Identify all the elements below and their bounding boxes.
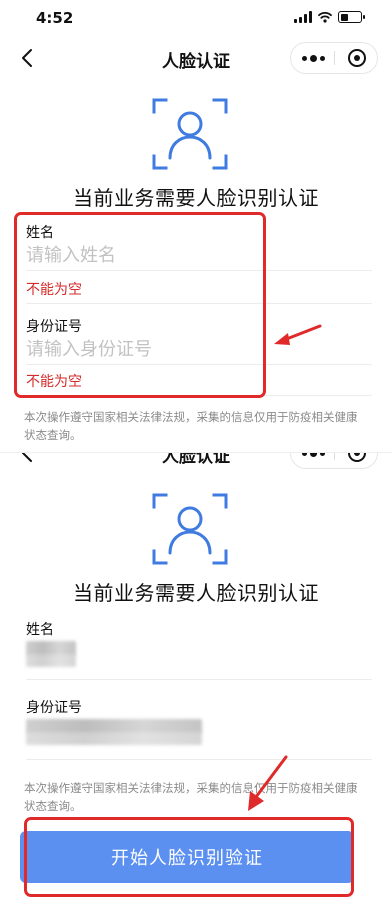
nav-bar: 人脸认证 (0, 36, 392, 80)
divider (26, 679, 372, 680)
name-error: 不能为空 (26, 282, 82, 298)
mini-program-capsule (290, 453, 379, 469)
face-scan-icon (152, 98, 228, 170)
id-number-input[interactable] (26, 336, 266, 362)
annotation-arrow-icon (274, 324, 322, 345)
signal-icon (294, 11, 312, 23)
id-number-value-redacted (26, 731, 202, 745)
close-button[interactable] (335, 453, 379, 468)
start-face-verification-button[interactable]: 开始人脸识别验证 (20, 831, 354, 883)
privacy-notice: 本次操作遵守国家相关法律法规，采集的信息仅用于防疫相关健康状态查询。 (24, 781, 358, 813)
divider (26, 270, 372, 271)
battery-icon (338, 11, 365, 23)
divider (26, 303, 372, 304)
divider (26, 759, 372, 760)
headline: 当前业务需要人脸识别认证 (73, 186, 319, 210)
privacy-notice: 本次操作遵守国家相关法律法规，采集的信息仅用于防疫相关健康状态查询。 (24, 410, 358, 442)
top-screen: 4:52 人脸认证 当前业务需要人脸识别认证 姓名 请输入姓名 不能为空 身份证… (0, 0, 392, 452)
bottom-screen: 人脸认证 当前业务需要人脸识别认证 姓名 身份证号 本次操作遵守国家相关法律法规… (0, 452, 392, 900)
mini-program-capsule (290, 42, 378, 74)
more-button[interactable] (291, 43, 335, 73)
more-dots-icon (301, 55, 307, 61)
more-button[interactable] (291, 453, 335, 468)
id-error: 不能为空 (26, 374, 82, 390)
target-circle-icon (348, 49, 366, 67)
id-label: 身份证号 (26, 700, 82, 716)
id-label: 身份证号 (26, 319, 82, 335)
divider (26, 395, 372, 396)
close-button[interactable] (335, 43, 379, 73)
status-icons (294, 11, 365, 23)
status-bar: 4:52 (0, 0, 392, 36)
wifi-icon (318, 12, 332, 23)
headline: 当前业务需要人脸识别认证 (73, 581, 319, 605)
chevron-left-icon (22, 49, 32, 67)
divider (26, 364, 372, 365)
back-button[interactable] (14, 453, 40, 467)
back-button[interactable] (14, 44, 40, 72)
more-dots-icon (301, 453, 307, 456)
annotation-arrow-icon (248, 755, 288, 811)
face-scan-icon (152, 493, 228, 565)
name-label: 姓名 (26, 622, 54, 638)
chevron-left-icon (22, 453, 32, 462)
nav-bar: 人脸认证 (0, 453, 392, 475)
name-label: 姓名 (26, 225, 54, 241)
status-time: 4:52 (36, 9, 74, 27)
name-value-redacted (26, 653, 76, 667)
name-input[interactable] (26, 242, 266, 268)
target-circle-icon (348, 453, 366, 462)
